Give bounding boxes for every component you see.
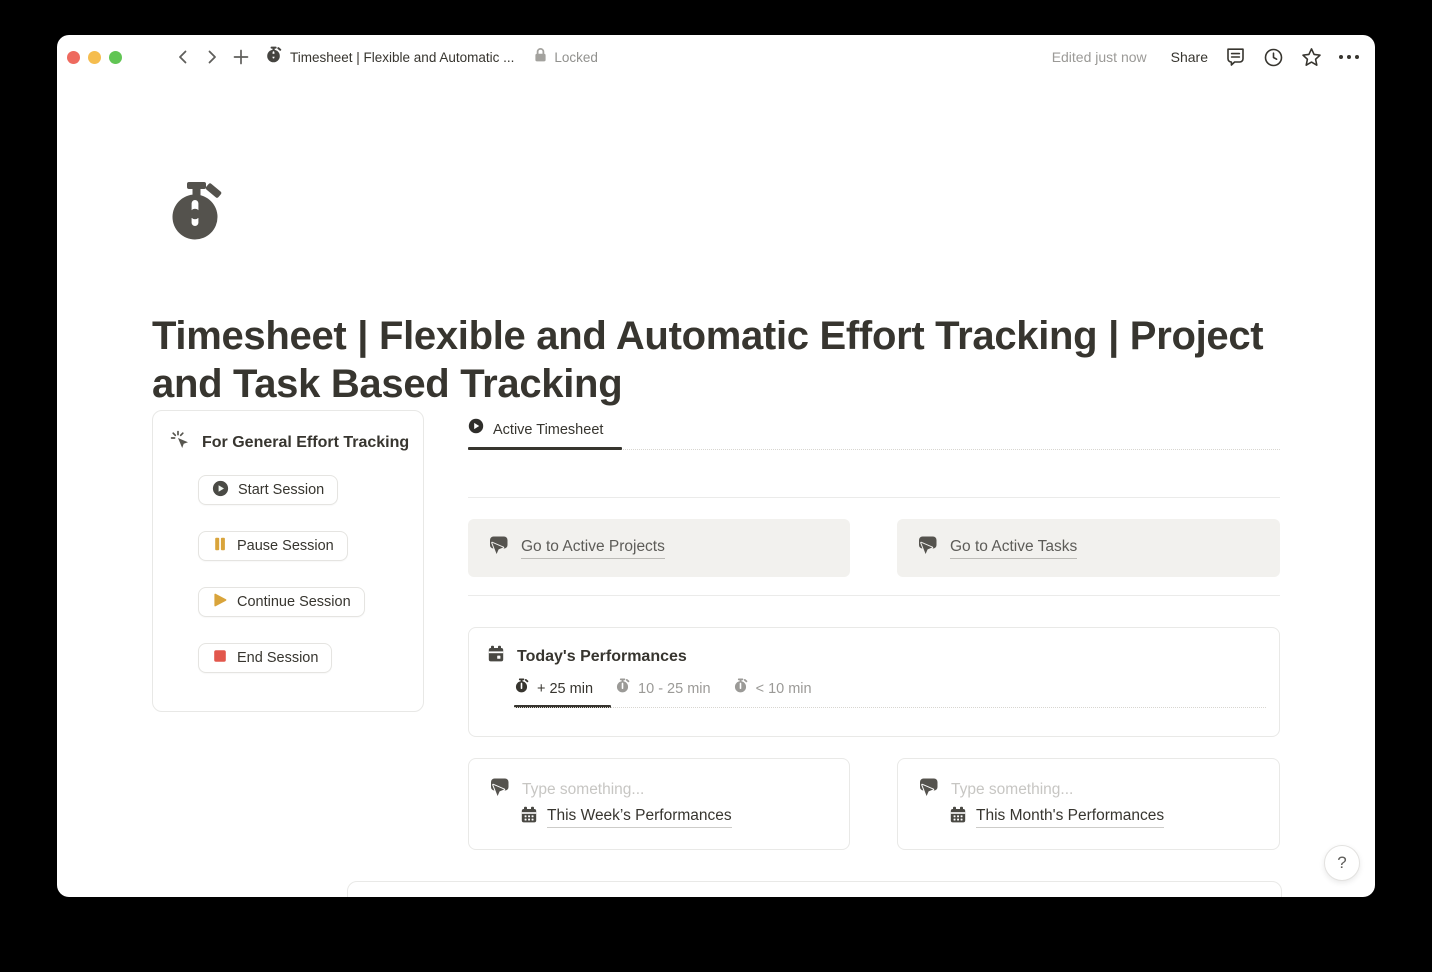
comments-icon[interactable] xyxy=(1225,47,1246,68)
calendar-grid-icon xyxy=(949,806,967,829)
zoom-window-button[interactable] xyxy=(109,51,122,64)
button-label: End Session xyxy=(237,650,318,666)
general-effort-callout: For General Effort Tracking Start Sessio… xyxy=(152,410,424,712)
tab-10-25-min[interactable]: 10 - 25 min xyxy=(615,678,711,700)
locked-label: Locked xyxy=(554,50,598,65)
traffic-lights xyxy=(67,51,122,64)
calendar-grid-icon xyxy=(520,806,538,829)
start-session-button[interactable]: Start Session xyxy=(198,475,338,505)
lock-toggle[interactable]: Locked xyxy=(534,47,598,68)
history-clock-icon[interactable] xyxy=(1263,47,1284,68)
page-stopwatch-icon[interactable] xyxy=(165,180,227,247)
tab-label: 10 - 25 min xyxy=(638,678,711,700)
button-label: Pause Session xyxy=(237,538,334,554)
share-button[interactable]: Share xyxy=(1171,49,1208,65)
go-to-active-projects-link[interactable]: Go to Active Projects xyxy=(521,538,665,559)
stopwatch-icon xyxy=(733,678,748,700)
forward-icon[interactable] xyxy=(203,48,221,66)
new-tab-icon[interactable] xyxy=(232,48,250,66)
edited-status: Edited just now xyxy=(1052,49,1147,65)
timesheet-tabbar: Active Timesheet xyxy=(468,418,1280,452)
cursor-pad-icon xyxy=(915,535,938,561)
pause-icon xyxy=(212,536,228,556)
type-something-input[interactable]: Type something... xyxy=(522,781,644,799)
tab-active-timesheet[interactable]: Active Timesheet xyxy=(468,418,603,441)
play-triangle-icon xyxy=(212,592,228,612)
sidebar-menu-icon[interactable] xyxy=(138,49,160,65)
tab-label: + 25 min xyxy=(537,678,593,700)
section-divider xyxy=(468,595,1280,596)
back-icon[interactable] xyxy=(174,48,192,66)
go-to-active-tasks-card[interactable]: Go to Active Tasks xyxy=(897,519,1280,577)
tab-over-25-min[interactable]: + 25 min xyxy=(514,678,593,700)
go-to-active-tasks-link[interactable]: Go to Active Tasks xyxy=(950,538,1077,559)
tab-label: < 10 min xyxy=(756,678,812,700)
more-options-icon[interactable] xyxy=(1339,55,1359,59)
duration-tabbar: + 25 min 1 xyxy=(514,678,812,700)
stopwatch-icon xyxy=(265,46,282,68)
this-month-performances-link[interactable]: This Month's Performances xyxy=(976,807,1164,828)
week-performances-card: Type something... This Week’s xyxy=(468,758,850,850)
section-divider xyxy=(468,497,1280,498)
titlebar: Timesheet | Flexible and Automatic ... L… xyxy=(57,35,1375,79)
cursor-pad-icon xyxy=(916,777,939,803)
breadcrumb-title: Timesheet | Flexible and Automatic ... xyxy=(290,50,514,65)
type-something-input[interactable]: Type something... xyxy=(951,781,1073,799)
cursor-pad-icon xyxy=(486,535,509,561)
cursor-pad-icon xyxy=(487,777,510,803)
page-content: Timesheet | Flexible and Automatic Effor… xyxy=(57,79,1375,897)
todays-performances-card: Today's Performances xyxy=(468,627,1280,737)
pause-session-button[interactable]: Pause Session xyxy=(198,531,348,561)
tabbar-divider xyxy=(514,707,1266,708)
callout-title: For General Effort Tracking xyxy=(202,434,409,452)
notion-window: Timesheet | Flexible and Automatic ... L… xyxy=(57,35,1375,897)
cursor-click-icon xyxy=(170,430,190,455)
stopwatch-icon xyxy=(514,678,529,700)
tab-under-10-min[interactable]: < 10 min xyxy=(733,678,812,700)
today-performances-title: Today's Performances xyxy=(517,648,687,666)
this-week-performances-link[interactable]: This Week’s Performances xyxy=(547,807,732,828)
end-session-button[interactable]: End Session xyxy=(198,643,332,673)
stopwatch-icon xyxy=(615,678,630,700)
play-circle-icon xyxy=(468,418,484,441)
breadcrumb[interactable]: Timesheet | Flexible and Automatic ... xyxy=(265,46,514,68)
calendar-icon xyxy=(487,645,505,668)
close-window-button[interactable] xyxy=(67,51,80,64)
go-to-active-projects-card[interactable]: Go to Active Projects xyxy=(468,519,850,577)
stop-square-icon xyxy=(212,648,228,668)
page-title: Timesheet | Flexible and Automatic Effor… xyxy=(152,312,1307,408)
active-tab-underline xyxy=(468,447,622,450)
favorite-star-icon[interactable] xyxy=(1301,47,1322,68)
button-label: Continue Session xyxy=(237,594,351,610)
next-section-card-partial xyxy=(347,881,1282,897)
tab-label: Active Timesheet xyxy=(493,419,603,441)
button-label: Start Session xyxy=(238,482,324,498)
lock-icon xyxy=(534,47,547,68)
help-button[interactable]: ? xyxy=(1324,845,1360,881)
continue-session-button[interactable]: Continue Session xyxy=(198,587,365,617)
minimize-window-button[interactable] xyxy=(88,51,101,64)
play-circle-icon xyxy=(212,480,229,501)
month-performances-card: Type something... This Month's xyxy=(897,758,1280,850)
